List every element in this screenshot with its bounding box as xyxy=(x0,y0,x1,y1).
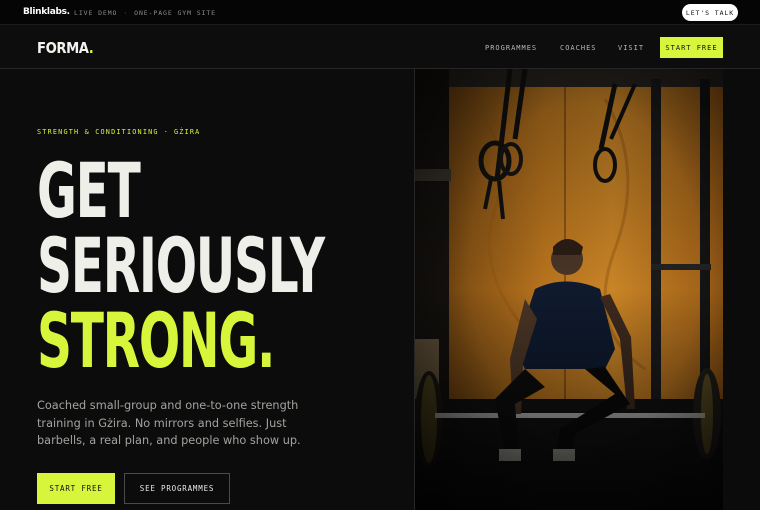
eyebrow-category: STRENGTH & CONDITIONING xyxy=(37,128,159,136)
hero-photo-deadlift xyxy=(415,69,723,510)
demo-tagline: LIVE DEMO · ONE-PAGE GYM SITE xyxy=(74,9,216,17)
headline-line-2: SERIOUSLY xyxy=(37,221,325,310)
eyebrow-separator: · xyxy=(163,128,170,136)
see-programmes-button[interactable]: SEE PROGRAMMES xyxy=(124,473,230,504)
nav-start-free-button[interactable]: START FREE xyxy=(660,37,723,58)
eyebrow-location: GŻIRA xyxy=(174,128,201,136)
demo-tag-separator: · xyxy=(123,9,129,17)
site-header: FORMA. PROGRAMMES COACHES VISIT START FR… xyxy=(0,25,760,69)
lets-talk-button[interactable]: LET'S TALK xyxy=(682,4,738,21)
nav-link-visit[interactable]: VISIT xyxy=(618,44,644,52)
hero-eyebrow: STRENGTH & CONDITIONING · GŻIRA xyxy=(37,128,200,136)
demo-bar: Blinklabs. LIVE DEMO · ONE-PAGE GYM SITE L… xyxy=(0,0,760,25)
demo-brand-logo[interactable]: Blinklabs. xyxy=(23,7,70,17)
demo-tag-site: ONE-PAGE GYM SITE xyxy=(134,9,216,17)
hero-photo-illustration xyxy=(415,69,723,510)
right-gutter xyxy=(723,69,760,510)
site-logo-dot: . xyxy=(88,39,94,57)
site-logo[interactable]: FORMA. xyxy=(37,39,94,57)
site-logo-text: FORMA xyxy=(37,39,89,57)
demo-tag-live: LIVE DEMO xyxy=(74,9,118,17)
hero-description: Coached small-group and one-to-one stren… xyxy=(37,399,301,447)
nav-link-programmes[interactable]: PROGRAMMES xyxy=(485,44,537,52)
nav-link-coaches[interactable]: COACHES xyxy=(560,44,597,52)
headline-line-1: GET xyxy=(37,146,141,235)
hero-start-free-button[interactable]: START FREE xyxy=(37,473,115,504)
headline-line-3: STRONG. xyxy=(37,296,275,385)
